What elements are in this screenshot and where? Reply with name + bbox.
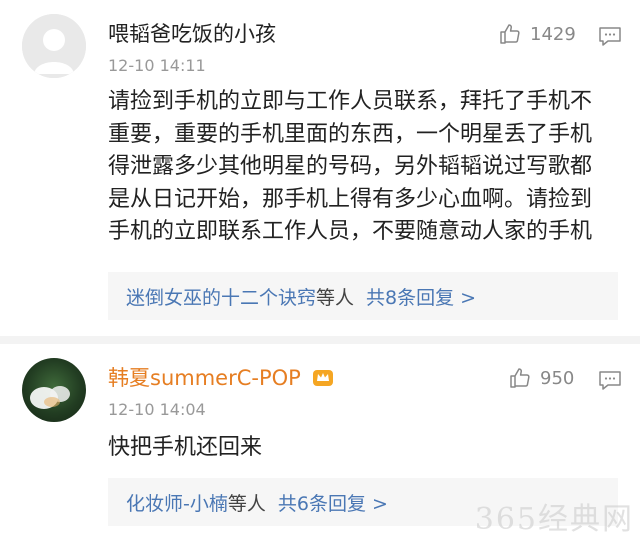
vip-crown-icon xyxy=(312,367,334,395)
username[interactable]: 韩夏summerC-POP xyxy=(108,364,334,395)
username-text: 韩夏summerC-POP xyxy=(108,366,301,390)
comment-bubble-icon xyxy=(599,27,621,46)
reply-suffix: 等人 xyxy=(227,492,266,515)
reply-button[interactable] xyxy=(598,370,622,396)
avatar[interactable] xyxy=(22,358,86,422)
like-button[interactable]: 950 xyxy=(508,366,574,390)
comment-item: 喂韬爸吃饭的小孩 12-10 14:11 1429 请捡到手机的立即与工作人员联… xyxy=(0,0,640,336)
reply-user-link[interactable]: 迷倒女巫的十二个诀窍 xyxy=(126,283,316,310)
like-count: 1429 xyxy=(530,23,576,45)
avatar[interactable] xyxy=(22,14,86,78)
comment-text: 请捡到手机的立即与工作人员联系，拜托了手机不 重要，重要的手机里面的东西，一个明… xyxy=(108,89,593,244)
reply-count-link[interactable]: 共8条回复 > xyxy=(366,283,476,310)
avatar-photo-icon xyxy=(30,386,70,409)
comment-bubble-icon xyxy=(599,371,621,390)
comment-text: 快把手机还回来 xyxy=(108,435,263,460)
like-count: 950 xyxy=(540,367,575,389)
reply-count-link[interactable]: 共6条回复 > xyxy=(278,489,388,516)
like-button[interactable]: 1429 xyxy=(498,22,576,46)
default-avatar-icon xyxy=(22,14,86,78)
replies-preview[interactable]: 迷倒女巫的十二个诀窍 等人 共8条回复 > xyxy=(108,272,618,320)
thumbs-up-icon xyxy=(500,24,520,44)
timestamp: 12-10 14:11 xyxy=(108,56,206,75)
username[interactable]: 喂韬爸吃饭的小孩 xyxy=(108,20,276,48)
reply-suffix: 等人 xyxy=(316,286,355,309)
thumbs-up-icon xyxy=(510,368,530,388)
reply-user-link[interactable]: 化妆师-小楠 xyxy=(126,489,228,516)
reply-button[interactable] xyxy=(598,26,622,52)
watermark: 365经典网 xyxy=(474,502,634,537)
divider xyxy=(0,336,640,344)
timestamp: 12-10 14:04 xyxy=(108,400,206,419)
